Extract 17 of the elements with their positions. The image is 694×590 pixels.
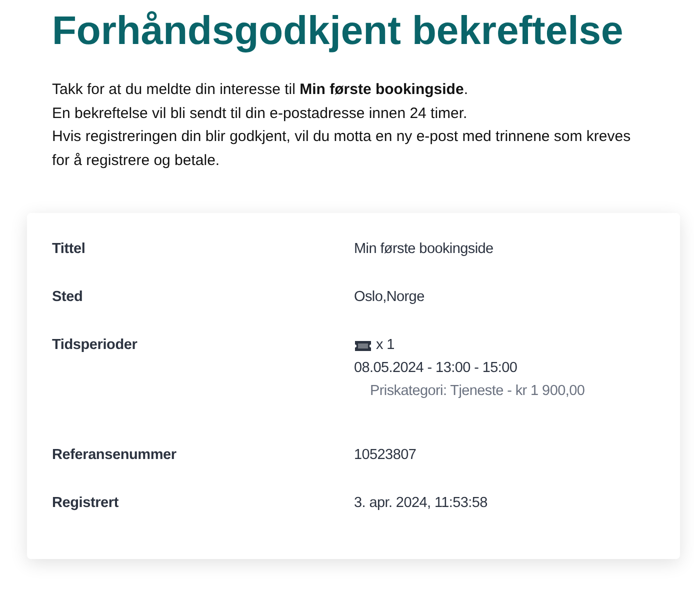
ticket-quantity: x 1	[376, 336, 394, 355]
time-period: 08.05.2024 - 13:00 - 15:00	[354, 359, 518, 378]
detail-value: Oslo,Norge	[354, 288, 426, 307]
detail-value: 3. apr. 2024, 11:53:58	[354, 494, 488, 513]
intro-text: Hvis registreringen din blir godkjent, vil du motta en ny e-post med trinnene som kreves for å registrere og betale.	[52, 127, 632, 170]
detail-value: Min første bookingside	[354, 240, 494, 259]
detail-label: Sted	[52, 288, 84, 307]
intro-text: Takk for at du meldte din interesse til Min første bookingside.	[52, 80, 469, 100]
detail-value: 10523807	[354, 446, 418, 465]
price-category: Priskategori: Tjeneste - kr 1 900,00	[370, 382, 586, 401]
intro-text: En bekreftelse vil bli sendt til din e-postadresse innen 24 timer.	[52, 104, 468, 124]
detail-label: Tidsperioder	[52, 336, 138, 355]
detail-label: Registrert	[52, 494, 120, 513]
ticket-icon	[354, 340, 372, 352]
detail-label: Referansenummer	[52, 446, 178, 465]
page-title: Forhåndsgodkjent bekreftelse	[52, 8, 624, 55]
detail-label: Tittel	[52, 240, 86, 259]
